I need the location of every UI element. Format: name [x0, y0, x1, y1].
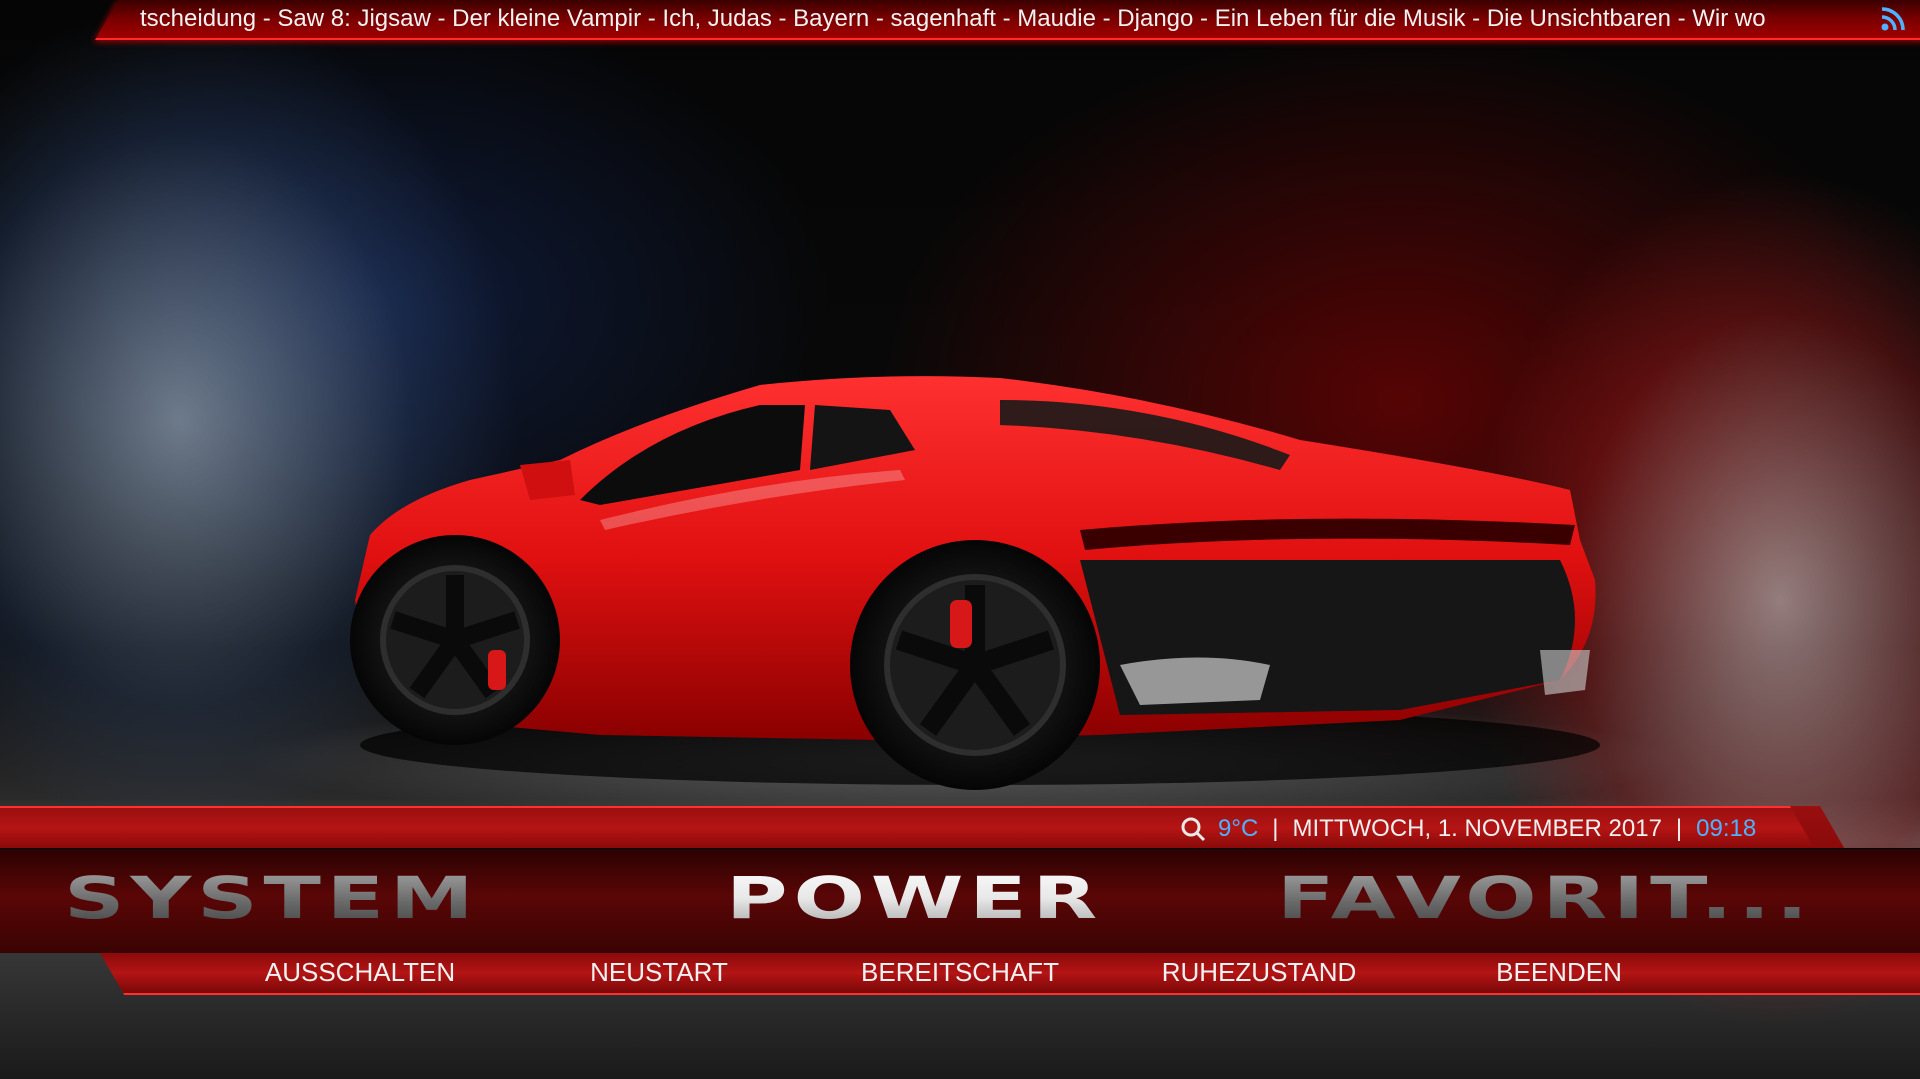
status-row: 9°C | MITTWOCH, 1. NOVEMBER 2017 | 09:18: [1180, 812, 1756, 846]
weather-temperature: 9°C: [1218, 815, 1259, 842]
date-label: MITTWOCH, 1. NOVEMBER 2017: [1292, 815, 1662, 842]
clock-time: 09:18: [1696, 815, 1757, 842]
submenu-item-neustart[interactable]: NEUSTART: [590, 953, 728, 991]
menu-item-power[interactable]: POWER: [726, 860, 1103, 936]
home-screen: tscheidung - Saw 8: Jigsaw - Der kleine …: [0, 0, 1920, 1079]
search-icon[interactable]: [1180, 816, 1206, 842]
menu-item-system[interactable]: SYSTEM: [64, 860, 479, 936]
news-ticker-text: tscheidung - Saw 8: Jigsaw - Der kleine …: [140, 5, 1766, 32]
submenu-item-ruhezustand[interactable]: RUHEZUSTAND: [1162, 953, 1357, 991]
rss-icon[interactable]: [1878, 4, 1908, 34]
submenu-item-ausschalten[interactable]: AUSSCHALTEN: [265, 953, 455, 991]
separator: |: [1675, 815, 1683, 842]
menu-item-favoriten[interactable]: FAVORIT...: [1277, 860, 1814, 936]
separator: |: [1272, 815, 1279, 842]
submenu-item-bereitschaft[interactable]: BEREITSCHAFT: [861, 953, 1059, 991]
submenu-item-beenden[interactable]: BEENDEN: [1496, 953, 1622, 991]
background-car-image: [350, 376, 1600, 790]
